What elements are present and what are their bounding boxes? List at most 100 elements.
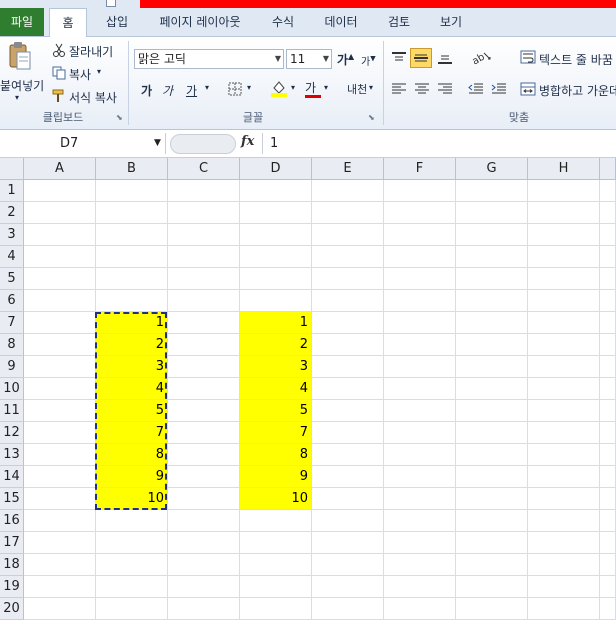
cell-c8[interactable]	[168, 334, 240, 356]
cell-d11[interactable]: 5	[240, 400, 312, 422]
cell-b10[interactable]: 4	[96, 378, 168, 400]
cell-f10[interactable]	[384, 378, 456, 400]
cell-g8[interactable]	[456, 334, 528, 356]
merge-center-button[interactable]: 병합하고 가운데	[539, 82, 616, 99]
cell-d1[interactable]	[240, 180, 312, 202]
align-center-icon[interactable]	[414, 82, 430, 99]
cell-f8[interactable]	[384, 334, 456, 356]
row-header-15[interactable]: 15	[0, 488, 24, 510]
cut-button[interactable]: 잘라내기	[69, 43, 113, 60]
cell-b19[interactable]	[96, 576, 168, 598]
column-header-f[interactable]: F	[384, 158, 456, 180]
copy-icon[interactable]	[52, 66, 66, 83]
wrap-text-button[interactable]: 텍스트 줄 바꿈	[539, 51, 613, 68]
cell-e10[interactable]	[312, 378, 384, 400]
cell-b14[interactable]: 9	[96, 466, 168, 488]
cell-c4[interactable]	[168, 246, 240, 268]
cell-g18[interactable]	[456, 554, 528, 576]
cell-c17[interactable]	[168, 532, 240, 554]
cell-d6[interactable]	[240, 290, 312, 312]
cell-d12[interactable]: 7	[240, 422, 312, 444]
grow-font-button[interactable]: 가▲	[337, 51, 354, 68]
cell-g17[interactable]	[456, 532, 528, 554]
cell-d4[interactable]	[240, 246, 312, 268]
cell-c12[interactable]	[168, 422, 240, 444]
cell-h19[interactable]	[528, 576, 600, 598]
tab-page-layout[interactable]: 페이지 레이아웃	[154, 8, 246, 36]
cell-a11[interactable]	[24, 400, 96, 422]
cell-h8[interactable]	[528, 334, 600, 356]
copy-button[interactable]: 복사	[69, 66, 91, 83]
cell-a15[interactable]	[24, 488, 96, 510]
cell-h7[interactable]	[528, 312, 600, 334]
cell-c20[interactable]	[168, 598, 240, 620]
cell-e13[interactable]	[312, 444, 384, 466]
cell-c15[interactable]	[168, 488, 240, 510]
wrap-text-icon[interactable]	[520, 50, 536, 67]
increase-indent-icon[interactable]	[491, 82, 507, 99]
cell-h17[interactable]	[528, 532, 600, 554]
cell-d15[interactable]: 10	[240, 488, 312, 510]
cell-a10[interactable]	[24, 378, 96, 400]
cell-e1[interactable]	[312, 180, 384, 202]
cell-e6[interactable]	[312, 290, 384, 312]
cell-f13[interactable]	[384, 444, 456, 466]
cell-d14[interactable]: 9	[240, 466, 312, 488]
cell-d19[interactable]	[240, 576, 312, 598]
paste-button[interactable]: 붙여넣기	[0, 77, 44, 94]
cell-g15[interactable]	[456, 488, 528, 510]
cell-g9[interactable]	[456, 356, 528, 378]
row-header-8[interactable]: 8	[0, 334, 24, 356]
cell-g20[interactable]	[456, 598, 528, 620]
cell-c3[interactable]	[168, 224, 240, 246]
orientation-icon[interactable]: ab	[470, 49, 492, 68]
fill-color-icon[interactable]	[270, 79, 288, 100]
cell-c11[interactable]	[168, 400, 240, 422]
cell-f16[interactable]	[384, 510, 456, 532]
column-header-d[interactable]: D	[240, 158, 312, 180]
cell-h5[interactable]	[528, 268, 600, 290]
cell-a2[interactable]	[24, 202, 96, 224]
column-header-a[interactable]: A	[24, 158, 96, 180]
cell-g13[interactable]	[456, 444, 528, 466]
align-middle-icon[interactable]	[410, 48, 432, 68]
cell-e9[interactable]	[312, 356, 384, 378]
cell-f1[interactable]	[384, 180, 456, 202]
cell-f19[interactable]	[384, 576, 456, 598]
cell-f3[interactable]	[384, 224, 456, 246]
cell-d17[interactable]	[240, 532, 312, 554]
cell-b20[interactable]	[96, 598, 168, 620]
cell-e14[interactable]	[312, 466, 384, 488]
cell-g6[interactable]	[456, 290, 528, 312]
cell-e16[interactable]	[312, 510, 384, 532]
cell-d9[interactable]: 3	[240, 356, 312, 378]
column-header-g[interactable]: G	[456, 158, 528, 180]
row-header-7[interactable]: 7	[0, 312, 24, 334]
cell-c1[interactable]	[168, 180, 240, 202]
cell-f4[interactable]	[384, 246, 456, 268]
row-header-6[interactable]: 6	[0, 290, 24, 312]
cell-e20[interactable]	[312, 598, 384, 620]
insert-function-icon[interactable]: fx	[241, 134, 254, 149]
cell-b2[interactable]	[96, 202, 168, 224]
cell-g14[interactable]	[456, 466, 528, 488]
cell-f15[interactable]	[384, 488, 456, 510]
cell-e4[interactable]	[312, 246, 384, 268]
row-header-18[interactable]: 18	[0, 554, 24, 576]
cell-a4[interactable]	[24, 246, 96, 268]
cell-b3[interactable]	[96, 224, 168, 246]
cell-c16[interactable]	[168, 510, 240, 532]
formula-input[interactable]: 1	[270, 133, 278, 154]
cell-e17[interactable]	[312, 532, 384, 554]
name-box[interactable]: D7 ▼	[0, 133, 166, 154]
cell-b1[interactable]	[96, 180, 168, 202]
cell-h1[interactable]	[528, 180, 600, 202]
tab-home[interactable]: 홈	[49, 8, 87, 37]
cell-f18[interactable]	[384, 554, 456, 576]
cell-b16[interactable]	[96, 510, 168, 532]
border-icon[interactable]	[228, 82, 242, 99]
cell-c9[interactable]	[168, 356, 240, 378]
cell-a12[interactable]	[24, 422, 96, 444]
row-header-1[interactable]: 1	[0, 180, 24, 202]
cell-c6[interactable]	[168, 290, 240, 312]
